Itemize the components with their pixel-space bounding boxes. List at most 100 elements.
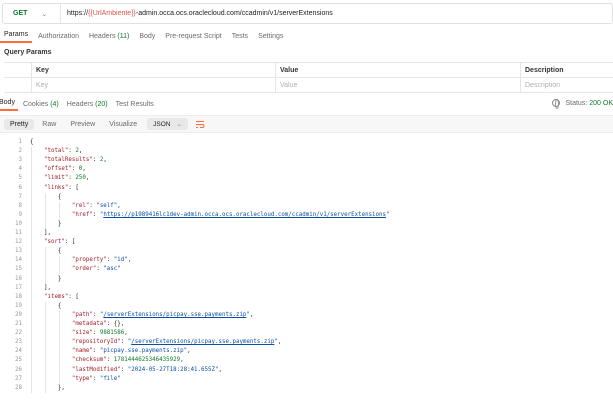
line-number: 20 <box>15 311 22 318</box>
code-token: "type" <box>71 375 93 382</box>
code-token: , <box>249 311 254 318</box>
code-token: , <box>78 148 83 155</box>
code-token: , <box>103 157 107 164</box>
code-text: "offset": 0, <box>30 165 86 174</box>
view-pretty-button[interactable]: Pretty <box>4 118 35 130</box>
view-raw-button[interactable]: Raw <box>36 119 62 130</box>
code-token: "name" <box>71 348 93 355</box>
wrap-lines-icon[interactable] <box>194 118 206 130</box>
tab-headers[interactable]: Headers (11) <box>85 33 133 43</box>
code-text: "rel": "self", <box>30 202 121 211</box>
code-line: 18 "items": [ <box>0 293 613 302</box>
code-text: "links": [ <box>30 184 79 193</box>
response-tab-cookies[interactable]: Cookies (4) <box>20 101 62 111</box>
code-token: "size" <box>71 330 93 337</box>
code-token: { <box>30 302 62 309</box>
value-input[interactable]: Value <box>276 78 521 92</box>
tab-label: Cookies <box>22 101 49 108</box>
line-number: 19 <box>15 302 22 309</box>
code-text: "path": "/serverExtensions/picpay.sse.pa… <box>30 311 254 320</box>
code-token: , <box>82 166 86 173</box>
tab-params[interactable]: Params <box>0 31 33 43</box>
method-select[interactable]: GET ⌄ <box>3 4 61 23</box>
code-token: { <box>30 139 34 145</box>
response-body-code[interactable]: 1{2 "total": 2, 3 "totalResults": 2, 4 "of… <box>0 136 613 401</box>
response-tab-body[interactable]: Body <box>0 99 18 111</box>
line-number: 8 <box>18 202 23 209</box>
code-text: "total": 2, <box>30 147 82 156</box>
code-token: : <box>120 366 128 373</box>
query-params-title: Query Params <box>4 49 52 56</box>
tab-pre-request-script[interactable]: Pre-request Script <box>161 33 225 43</box>
code-token: "lastModified" <box>71 366 121 373</box>
code-text: "property": "id", <box>30 256 131 265</box>
tab-body[interactable]: Body <box>135 33 159 43</box>
code-line: 12 "sort": [ <box>0 238 613 247</box>
format-select[interactable]: JSON ⌄ <box>147 118 188 130</box>
code-token: 9881586 <box>99 330 125 337</box>
format-label: JSON <box>153 120 171 128</box>
code-token: "2024-05-27T18:28:41.655Z" <box>127 366 219 373</box>
code-token: , <box>127 257 132 264</box>
line-number: 2 <box>18 148 23 155</box>
response-status: Status: 200 OK <box>552 99 613 109</box>
line-number: 23 <box>15 339 22 346</box>
code-token: : <box>106 257 114 264</box>
code-token: "order" <box>71 266 97 273</box>
line-number: 13 <box>15 248 22 255</box>
code-token: "picpay.sse.payments.zip" <box>99 348 188 355</box>
code-token: "id" <box>113 257 128 264</box>
code-line: 21 "metadata": {}, <box>0 320 613 329</box>
code-token: : <box>92 211 100 218</box>
code-line: 6 "links": [ <box>0 184 613 193</box>
tab-tests[interactable]: Tests <box>228 33 252 43</box>
code-token: "self" <box>96 202 118 209</box>
code-line: 28 }, <box>0 384 613 393</box>
code-link[interactable]: /serverExtensions/picpay.sse.payments.zi… <box>131 339 274 345</box>
url-variable: {{UrlAmbiente}} <box>88 10 136 17</box>
view-buttons: Pretty Raw Preview Visualize <box>4 118 145 130</box>
code-text: "totalResults": 2, <box>30 156 107 165</box>
code-link[interactable]: https://p1989416lc1dev-admin.occa.ocs.or… <box>103 212 386 218</box>
code-token: , <box>218 366 223 373</box>
code-text: "order": "asc" <box>30 265 121 274</box>
code-line: 25 "checksum": 1781444625346435929, <box>0 356 613 365</box>
code-text: "items": [ <box>30 293 79 302</box>
code-line: 27 "type": "file" <box>0 375 613 384</box>
url-input[interactable]: https://{{UrlAmbiente}}-admin.occa.ocs.o… <box>61 10 333 17</box>
code-token: "asc" <box>103 266 121 273</box>
code-token: : <box>92 348 100 355</box>
tab-label: Body <box>139 33 156 40</box>
tab-authorization[interactable]: Authorization <box>34 33 83 43</box>
response-tab-test-results[interactable]: Test Results <box>113 101 157 111</box>
line-number: 6 <box>18 184 23 191</box>
line-number: 12 <box>15 239 22 246</box>
key-input[interactable]: Key <box>32 78 276 92</box>
view-preview-button[interactable]: Preview <box>64 119 101 130</box>
code-line: 20 "path": "/serverExtensions/picpay.sse… <box>0 311 613 320</box>
code-token: : <box>120 339 128 346</box>
tab-settings[interactable]: Settings <box>254 33 287 43</box>
description-input[interactable]: Description <box>521 78 613 92</box>
response-view-bar: Pretty Raw Preview Visualize JSON ⌄ <box>0 115 613 133</box>
code-token: , <box>124 330 128 337</box>
status-code: 200 OK <box>589 99 613 107</box>
tab-label: Tests <box>231 33 249 40</box>
code-text: { <box>30 193 62 202</box>
response-tab-headers[interactable]: Headers (20) <box>64 101 111 111</box>
view-visualize-button[interactable]: Visualize <box>103 119 143 130</box>
line-number: 5 <box>18 175 23 182</box>
line-number: 25 <box>15 357 22 364</box>
code-link[interactable]: /serverExtensions/picpay.sse.payments.zi… <box>103 312 246 318</box>
code-token: "checksum" <box>71 357 107 364</box>
code-line: 16 } <box>0 275 613 284</box>
code-text: "limit": 250, <box>30 174 89 183</box>
code-token: : <box>92 157 100 164</box>
code-token: "totalResults" <box>43 157 93 164</box>
code-token: }, <box>30 384 65 391</box>
code-text: "href": "https://p1989416lc1dev-admin.oc… <box>30 211 390 220</box>
line-number: 1 <box>18 139 23 145</box>
